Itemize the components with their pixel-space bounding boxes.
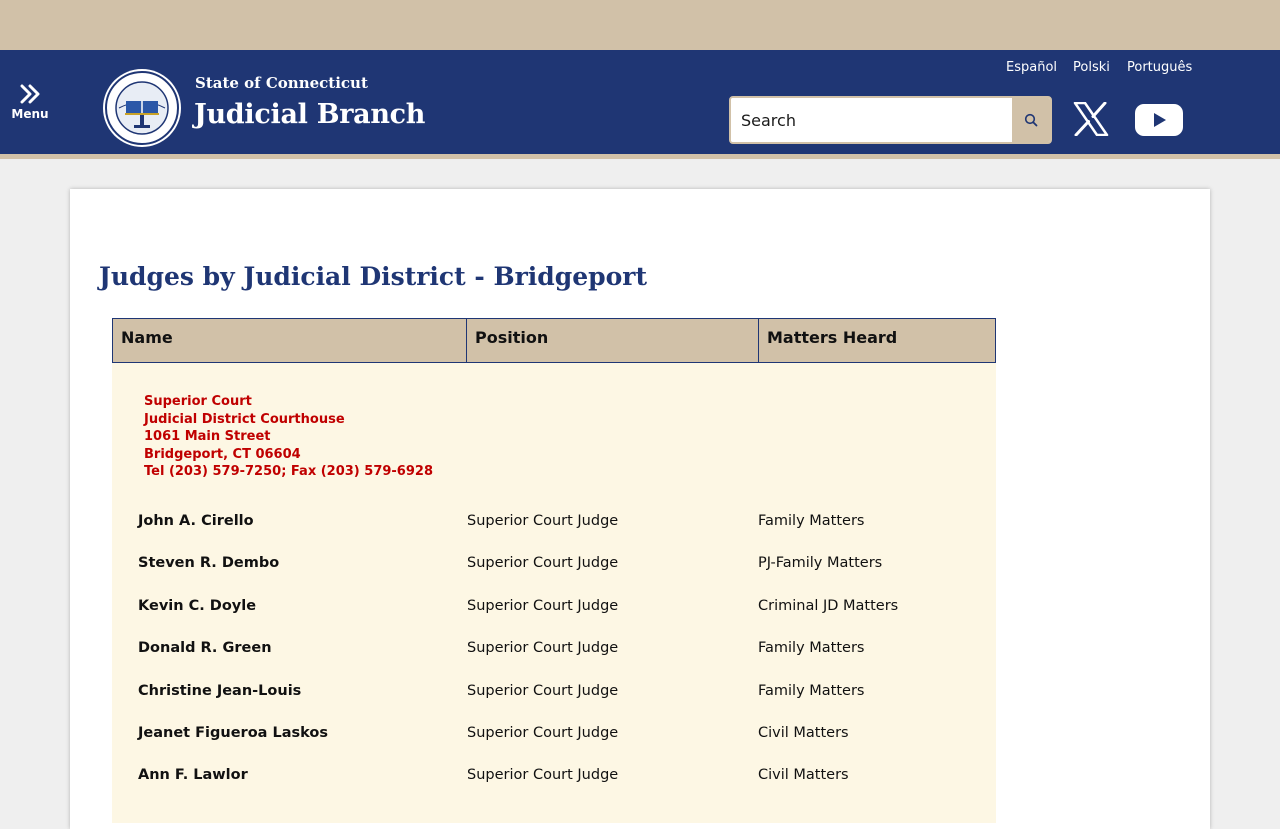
- court-city: Bridgeport, CT 06604: [144, 446, 301, 462]
- court-phone-fax: Tel (203) 579-7250; Fax (203) 579-6928: [144, 464, 433, 479]
- judge-position: Superior Court Judge: [467, 725, 619, 741]
- judge-name: Ann F. Lawlor: [138, 767, 248, 783]
- table-row: John A. Cirello Superior Court Judge Fam…: [112, 513, 996, 537]
- table-header: Name Position Matters Heard: [112, 318, 996, 363]
- table-row: Steven R. Dembo Superior Court Judge PJ-…: [112, 555, 996, 579]
- judge-name: Jeanet Figueroa Laskos: [138, 725, 329, 741]
- court-address: Superior Court Judicial District Courtho…: [144, 393, 433, 481]
- language-link-portugues[interactable]: Português: [1127, 60, 1192, 75]
- judge-name: Steven R. Dembo: [138, 555, 280, 571]
- search-box: [729, 96, 1052, 144]
- column-header-matters: Matters Heard: [758, 319, 995, 362]
- matters-heard: PJ-Family Matters: [758, 555, 883, 571]
- menu-button[interactable]: Menu: [10, 84, 50, 128]
- court-street: 1061 Main Street: [144, 429, 271, 444]
- matters-heard: Family Matters: [758, 640, 865, 656]
- header-rule: [0, 154, 1280, 159]
- court-name: Superior Court: [144, 394, 252, 409]
- search-icon: [1024, 113, 1038, 127]
- judicial-seal-logo[interactable]: [101, 68, 183, 148]
- judge-position: Superior Court Judge: [467, 598, 619, 614]
- double-chevron-right-icon: [20, 84, 40, 104]
- judge-position: Superior Court Judge: [467, 683, 619, 699]
- menu-label: Menu: [11, 107, 49, 121]
- judge-name: Donald R. Green: [138, 640, 272, 656]
- judge-name: Christine Jean-Louis: [138, 683, 302, 699]
- youtube-icon[interactable]: [1134, 102, 1184, 138]
- matters-heard: Family Matters: [758, 513, 865, 529]
- x-twitter-icon[interactable]: [1073, 102, 1109, 136]
- matters-heard: Civil Matters: [758, 725, 849, 741]
- table-row: Donald R. Green Superior Court Judge Fam…: [112, 640, 996, 664]
- judge-position: Superior Court Judge: [467, 640, 619, 656]
- table-row: Ann F. Lawlor Superior Court Judge Civil…: [112, 767, 996, 791]
- judge-name: John A. Cirello: [138, 513, 254, 529]
- judge-name: Kevin C. Doyle: [138, 598, 257, 614]
- courthouse-name: Judicial District Courthouse: [144, 411, 345, 427]
- page-title: Judges by Judicial District - Bridgeport: [99, 262, 648, 291]
- search-input[interactable]: [731, 98, 1013, 142]
- table-row: Christine Jean-Louis Superior Court Judg…: [112, 683, 996, 707]
- matters-heard: Criminal JD Matters: [758, 598, 899, 614]
- judge-position: Superior Court Judge: [467, 513, 619, 529]
- brand-title[interactable]: Judicial Branch: [194, 99, 425, 130]
- language-link-espanol[interactable]: Español: [1006, 60, 1057, 75]
- language-link-polski[interactable]: Polski: [1073, 60, 1110, 75]
- top-band: [0, 0, 1280, 50]
- matters-heard: Family Matters: [758, 683, 865, 699]
- judge-position: Superior Court Judge: [467, 767, 619, 783]
- judge-position: Superior Court Judge: [467, 555, 619, 571]
- brand-subtitle: State of Connecticut: [195, 74, 368, 92]
- table-row: Kevin C. Doyle Superior Court Judge Crim…: [112, 598, 996, 622]
- column-header-name: Name: [121, 328, 173, 347]
- column-header-position: Position: [466, 319, 758, 362]
- table-row: Jeanet Figueroa Laskos Superior Court Ju…: [112, 725, 996, 749]
- search-button[interactable]: [1012, 98, 1050, 142]
- matters-heard: Civil Matters: [758, 767, 849, 783]
